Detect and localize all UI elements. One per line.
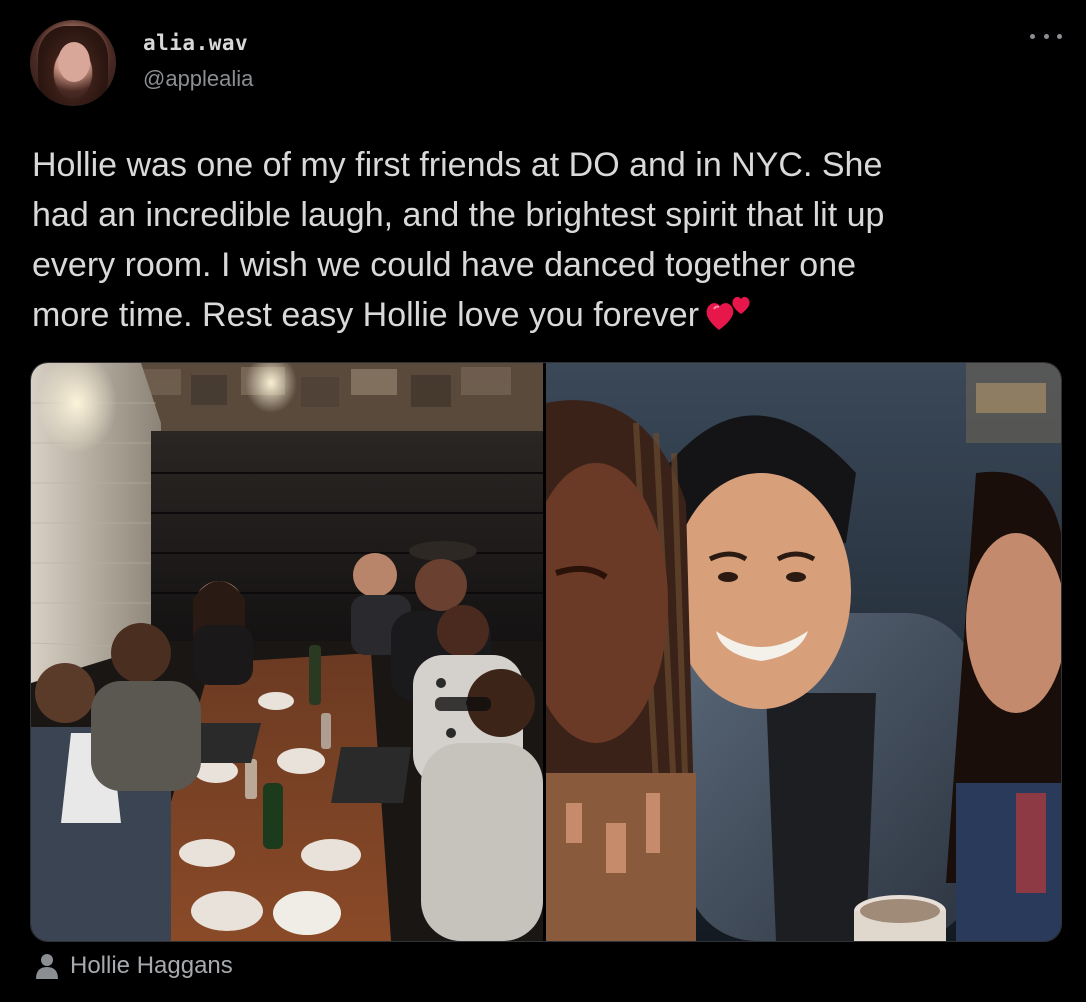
tagged-user[interactable]: Hollie Haggans [36, 952, 233, 980]
more-icon[interactable] [1030, 26, 1062, 46]
group-dinner-photo[interactable] [31, 363, 543, 941]
avatar-face [58, 42, 90, 82]
more-dot [1057, 33, 1062, 39]
tweet-text-line: had an incredible laugh, and the brighte… [32, 196, 885, 234]
two-hearts-emoji [705, 292, 755, 332]
tagged-user-name: Hollie Haggans [70, 952, 233, 979]
tweet-text-line: every room. I wish we could have danced … [32, 246, 857, 284]
more-dot [1030, 33, 1035, 39]
author-avatar[interactable] [30, 20, 116, 106]
tweet: alia.wav @applealia Hollie was one of my… [0, 0, 1086, 1002]
tweet-text-line-last: more time. Rest easy Hollie love you for… [32, 290, 1062, 340]
media-grid [30, 362, 1062, 942]
tweet-text-line: Hollie was one of my first friends at DO… [32, 146, 883, 184]
tweet-text: Hollie was one of my first friends at DO… [32, 140, 1062, 340]
author-display-name[interactable]: alia.wav [143, 31, 248, 55]
author-handle[interactable]: @applealia [143, 66, 253, 92]
more-dot [1043, 33, 1049, 39]
tweet-text-line: more time. Rest easy Hollie love you for… [32, 296, 700, 334]
person-icon [36, 954, 58, 979]
selfie-photo[interactable] [546, 363, 1061, 941]
